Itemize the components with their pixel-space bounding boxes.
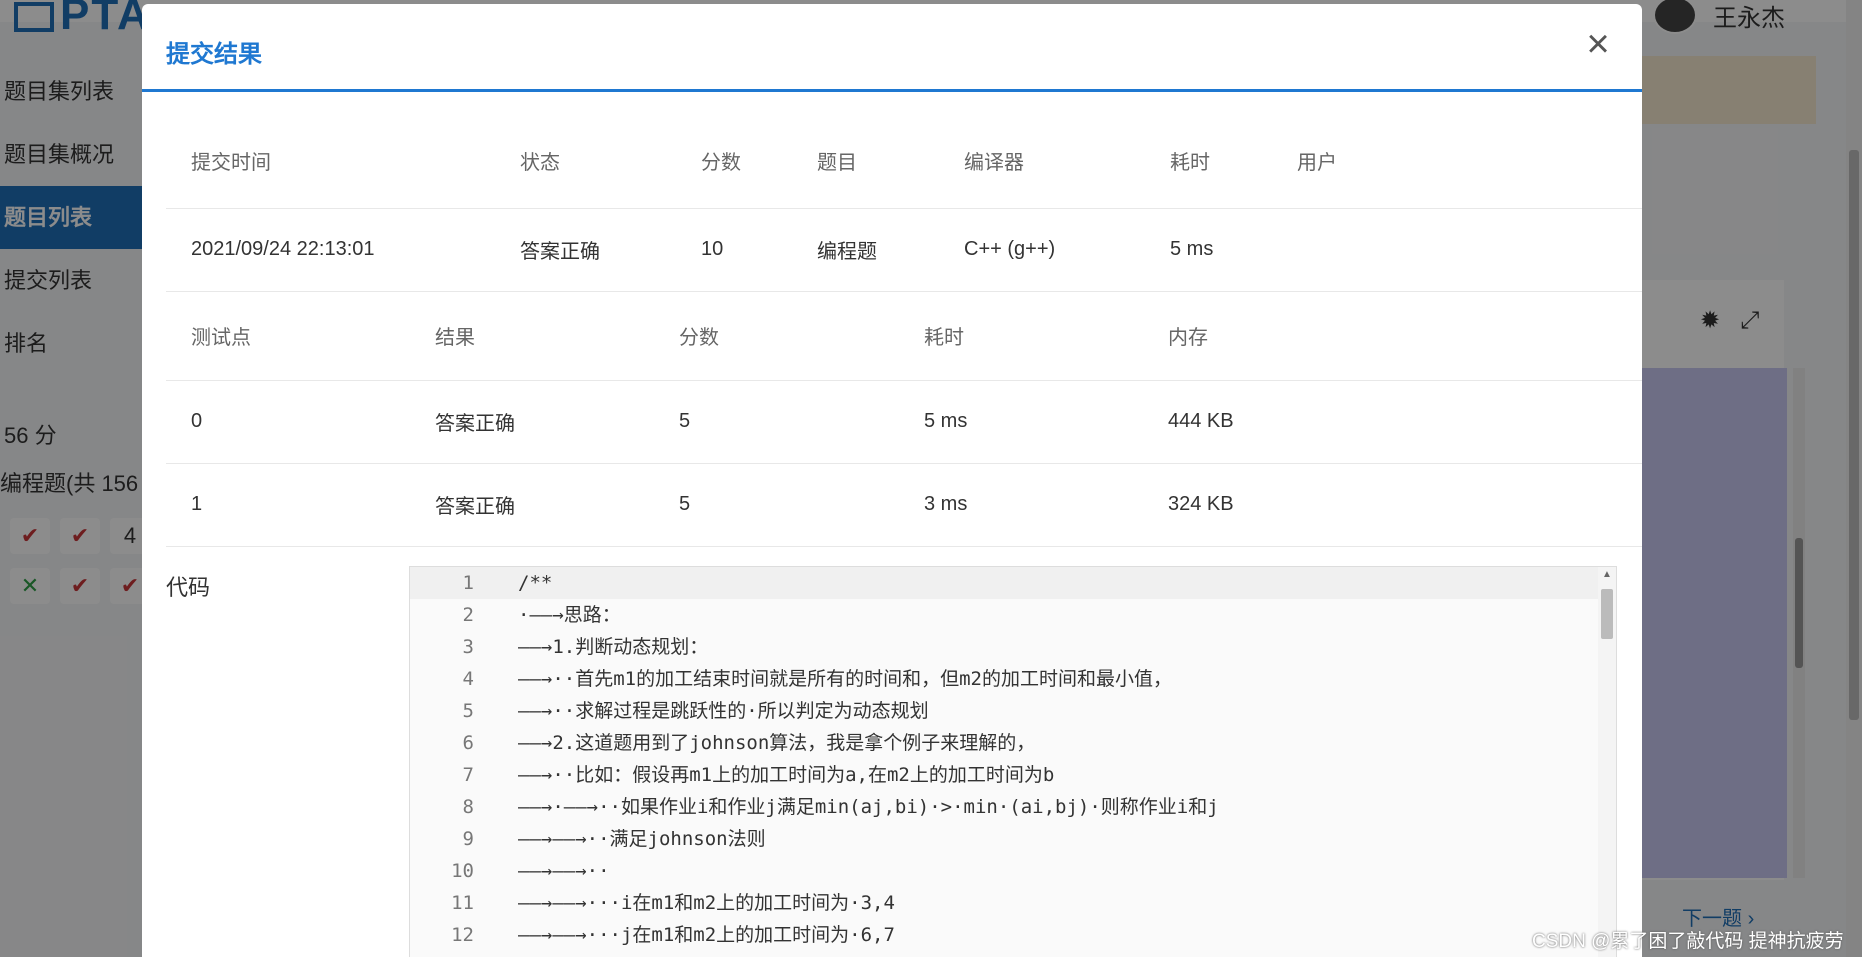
code-line: 1/** (410, 567, 1616, 599)
code-label: 代码 (166, 575, 211, 600)
column-header: 耗时 (899, 282, 1143, 381)
code-line: 6 ——→2.这道题用到了johnson算法，我是拿个例子来理解的， (410, 727, 1616, 759)
score-cell: 10 (676, 208, 792, 292)
code-line: 3 ——→1.判断动态规划： (410, 631, 1616, 663)
test-id: 0 (166, 380, 410, 464)
test-score: 5 (654, 380, 899, 464)
line-number: 8 (462, 796, 474, 818)
column-header: 编译器 (939, 104, 1145, 209)
table-header-row: 测试点 结果 分数 耗时 内存 (166, 282, 1642, 381)
code-scrollbar[interactable]: ▲ (1598, 567, 1616, 957)
line-number: 1 (462, 572, 474, 594)
line-number: 11 (451, 892, 474, 914)
compiler-cell: C++ (g++) (939, 208, 1145, 292)
submission-result-modal: 提交结果 × 提交时间 状态 分数 题目 编译器 耗时 用户 2021/09/2… (142, 4, 1642, 957)
column-header: 分数 (676, 104, 792, 209)
modal-header: 提交结果 × (142, 4, 1642, 92)
scroll-thumb[interactable] (1601, 589, 1613, 639)
status-badge: 答案正确 (495, 208, 676, 292)
column-header: 耗时 (1145, 104, 1272, 209)
user-cell (1272, 208, 1642, 292)
test-id: 1 (166, 463, 410, 547)
code-line: 9 ——→——→··满足johnson法则 (410, 823, 1616, 855)
column-header: 用户 (1272, 104, 1642, 209)
code-line: 11 ——→——→···i在m1和m2上的加工时间为·3,4 (410, 887, 1616, 919)
test-time: 3 ms (899, 463, 1143, 547)
time-cell: 5 ms (1145, 208, 1272, 292)
code-line: 4 ——→··首先m1的加工结束时间就是所有的时间和，但m2的加工时间和最小值， (410, 663, 1616, 695)
test-result: 答案正确 (410, 463, 654, 547)
line-number: 2 (462, 604, 474, 626)
code-line: 8 ——→·——→··如果作业i和作业j满足min(aj,bi)·>·min·(a… (410, 791, 1616, 823)
code-line: 10 ——→——→·· (410, 855, 1616, 887)
column-header: 题目 (792, 104, 939, 209)
column-header: 提交时间 (166, 104, 495, 209)
line-number: 3 (462, 636, 474, 658)
code-viewer[interactable]: 1/** 2 ·——→思路： 3 ——→1.判断动态规划： 4 ——→··首先m1的加… (409, 566, 1617, 957)
modal-title: 提交结果 (166, 41, 262, 68)
table-header-row: 提交时间 状态 分数 题目 编译器 耗时 用户 (166, 104, 1642, 209)
test-memory: 324 KB (1143, 463, 1642, 547)
test-memory: 444 KB (1143, 380, 1642, 464)
scroll-up-icon[interactable]: ▲ (1598, 567, 1616, 583)
watermark: CSDN @累了困了敲代码 提神抗疲劳 (1532, 931, 1844, 952)
test-score: 5 (654, 463, 899, 547)
code-line: 2 ·——→思路： (410, 599, 1616, 631)
column-header: 内存 (1143, 282, 1642, 381)
code-line: 5 ——→··求解过程是跳跃性的·所以判定为动态规划 (410, 695, 1616, 727)
table-row: 0 答案正确 5 5 ms 444 KB (166, 380, 1642, 464)
test-result: 答案正确 (410, 380, 654, 464)
column-header: 分数 (654, 282, 899, 381)
code-line: 7 ——→··比如：假设再m1上的加工时间为a,在m2上的加工时间为b (410, 759, 1616, 791)
line-number: 10 (451, 860, 474, 882)
line-number: 7 (462, 764, 474, 786)
line-number: 9 (462, 828, 474, 850)
problem-cell[interactable]: 编程题 (792, 208, 939, 292)
code-line: 12 ——→——→···j在m1和m2上的加工时间为·6,7 (410, 919, 1616, 951)
submission-summary-table: 提交时间 状态 分数 题目 编译器 耗时 用户 2021/09/24 22:13… (166, 104, 1642, 292)
submit-time: 2021/09/24 22:13:01 (166, 208, 495, 292)
table-row: 2021/09/24 22:13:01 答案正确 10 编程题 C++ (g++… (166, 208, 1642, 292)
test-time: 5 ms (899, 380, 1143, 464)
line-number: 6 (462, 732, 474, 754)
line-number: 5 (462, 700, 474, 722)
column-header: 结果 (410, 282, 654, 381)
line-number: 12 (451, 924, 474, 946)
line-number: 4 (462, 668, 474, 690)
column-header: 状态 (495, 104, 676, 209)
column-header: 测试点 (166, 282, 410, 381)
close-icon[interactable]: × (1578, 24, 1618, 66)
table-row: 1 答案正确 5 3 ms 324 KB (166, 463, 1642, 547)
test-cases-table: 测试点 结果 分数 耗时 内存 0 答案正确 5 5 ms 444 KB 1 答… (166, 282, 1642, 547)
